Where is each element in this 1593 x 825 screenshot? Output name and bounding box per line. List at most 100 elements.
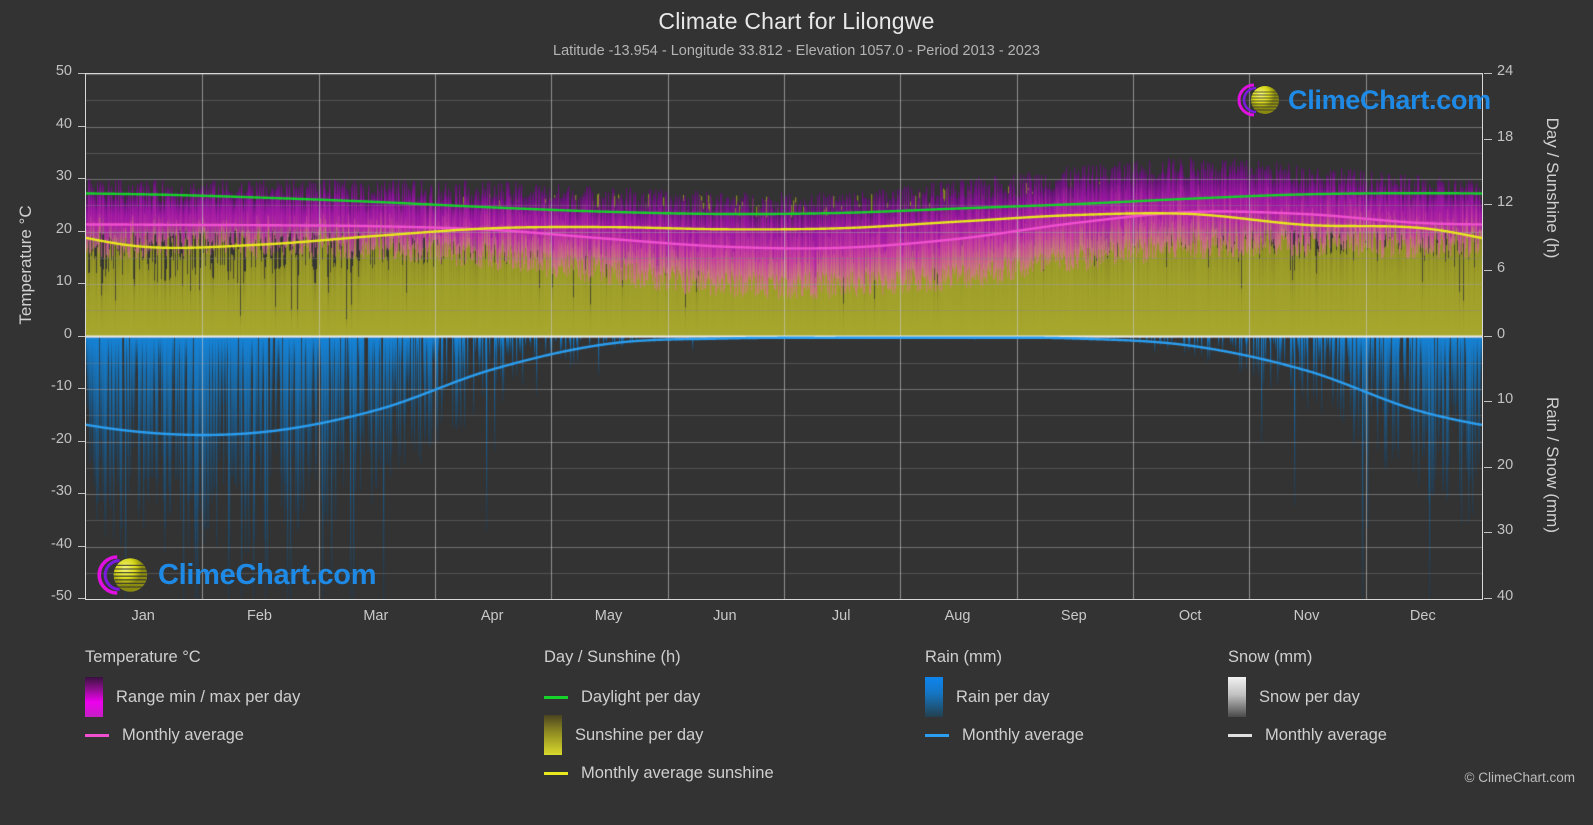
legend-label: Rain per day [956,687,1050,706]
x-axis-tick: Aug [944,608,971,624]
legend-title-daysunshine: Day / Sunshine (h) [544,648,681,666]
legend-label: Snow per day [1259,687,1360,706]
tick-mark [78,230,85,232]
swatch-snow-icon [1228,677,1246,717]
x-axis-tick: Jun [713,608,737,624]
y-axis-tick-left: 10 [55,273,72,289]
y-axis-tick-right-top: 0 [1497,325,1506,342]
plot-area [85,73,1483,600]
tick-mark [78,388,85,389]
tick-mark [78,545,85,547]
x-axis-tick: Apr [480,608,504,624]
legend-item[interactable]: Rain per day [925,677,1225,717]
y-axis-tick-left: -50 [51,588,72,604]
y-axis-tick-right-bottom: 10 [1497,391,1514,408]
copyright-text: © ClimeChart.com [1464,770,1575,785]
y-axis-tick-right-bottom: 20 [1497,456,1514,473]
legend-title-temperature: Temperature °C [85,648,201,666]
watermark-logo-top: ClimeChart.com [1232,80,1491,120]
legend-label: Monthly average [962,725,1084,744]
swatch-sunshine-average-icon [544,771,568,775]
tick-mark [1484,335,1492,337]
legend-item[interactable]: Snow per day [1228,677,1548,717]
y-axis-tick-left: 0 [63,325,72,342]
climechart-logo-icon [1237,83,1279,117]
legend-item[interactable]: Range min / max per day [85,677,525,717]
x-axis-tick: Jul [831,608,851,624]
legend-group-temperature: Temperature °C Range min / max per day M… [85,648,525,754]
legend-label: Monthly average [1265,725,1387,744]
tick-mark [78,178,85,179]
legend-title-snow: Snow (mm) [1228,648,1313,666]
y-axis-tick-left: -20 [51,430,72,447]
y-axis-label-right-bottom: Rain / Snow (mm) [1543,396,1562,534]
swatch-rain-average-icon [925,733,949,737]
x-axis-tick: Dec [1409,608,1436,624]
y-axis-tick-left: -40 [51,535,72,552]
y-axis-tick-right-top: 6 [1497,259,1506,276]
x-axis-tick: Oct [1178,608,1202,624]
legend-item[interactable]: Monthly average [1228,716,1548,754]
tick-mark [78,73,85,74]
x-axis-tick: Nov [1293,608,1320,624]
y-axis-tick-left: 50 [55,63,72,79]
tick-mark [1484,73,1492,74]
legend-label: Monthly average [122,725,244,744]
tick-mark [1484,598,1492,599]
y-axis-label-right-top: Day / Sunshine (h) [1543,117,1562,259]
y-axis-tick-left: 20 [55,220,72,237]
tick-mark [1484,401,1492,403]
x-axis-tick: Feb [247,608,272,624]
watermark-text: ClimeChart.com [158,558,377,591]
tick-mark [78,440,85,442]
tick-mark [78,493,85,494]
tick-mark [78,598,85,599]
legend-item[interactable]: Monthly average sunshine [544,754,944,792]
tick-mark [1484,138,1492,140]
y-axis-tick-left: 40 [55,115,72,132]
tick-mark [1484,532,1492,534]
legend-label: Range min / max per day [116,687,301,706]
watermark-logo-bottom: ClimeChart.com [90,551,376,599]
x-axis-tick: Mar [363,608,389,624]
legend-label: Monthly average sunshine [581,763,774,782]
y-axis-tick-right-top: 12 [1497,194,1514,211]
tick-mark [78,125,85,127]
x-axis-tick: Jan [131,608,155,624]
swatch-daylight-icon [544,695,568,699]
legend-group-daysunshine: Day / Sunshine (h) Daylight per day Suns… [544,648,944,792]
tick-mark [1484,204,1492,206]
legend-label: Sunshine per day [575,725,704,744]
swatch-temperature-range-icon [85,677,103,717]
chart-subtitle: Latitude -13.954 - Longitude 33.812 - El… [553,43,1040,59]
swatch-snow-average-icon [1228,733,1252,737]
y-axis-tick-right-top: 18 [1497,128,1514,145]
x-axis-tick: May [594,608,623,624]
y-axis-tick-left: -30 [51,483,72,499]
legend-item[interactable]: Monthly average [85,716,525,754]
legend-group-rain: Rain (mm) Rain per day Monthly average [925,648,1225,754]
y-axis-tick-right-top: 24 [1497,63,1514,79]
tick-mark [78,335,85,337]
legend-item[interactable]: Monthly average [925,716,1225,754]
legend-item[interactable]: Sunshine per day [544,715,944,755]
legend-title-rain: Rain (mm) [925,648,1002,666]
swatch-sunshine-icon [544,715,562,755]
page-title: Climate Chart for Lilongwe [658,8,935,34]
watermark-text: ClimeChart.com [1288,84,1491,115]
legend-item[interactable]: Daylight per day [544,678,944,716]
y-axis-tick-left: -10 [51,378,72,394]
tick-mark [1484,269,1492,271]
climate-chart-canvas [86,74,1482,599]
legend: Temperature °C Range min / max per day M… [0,648,1593,818]
tick-mark [1484,466,1492,468]
swatch-rain-icon [925,677,943,717]
swatch-temperature-average-icon [85,733,109,737]
legend-label: Daylight per day [581,687,701,706]
y-axis-tick-right-bottom: 30 [1497,522,1514,539]
legend-group-snow: Snow (mm) Snow per day Monthly average [1228,648,1548,754]
climechart-logo-icon [97,555,148,595]
tick-mark [78,283,85,284]
y-axis-tick-left: 30 [55,168,72,184]
y-axis-tick-right-bottom: 40 [1497,588,1514,604]
